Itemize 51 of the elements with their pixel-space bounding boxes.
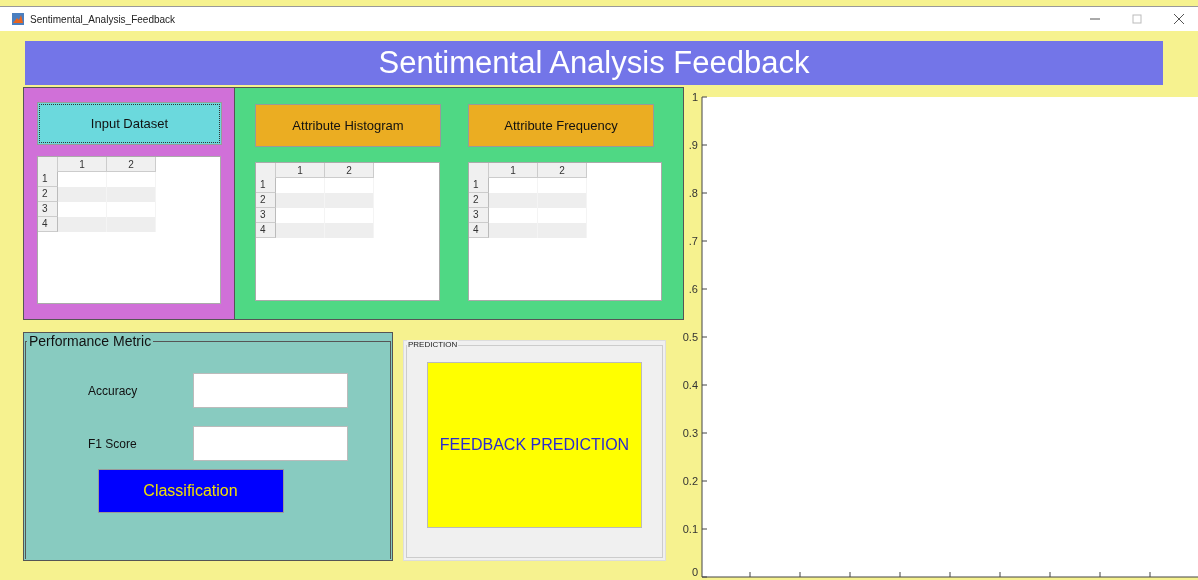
row-header: 2: [38, 187, 58, 202]
column-header: 1: [58, 157, 107, 172]
table-cell[interactable]: [58, 187, 107, 202]
maximize-icon[interactable]: [1132, 14, 1142, 24]
banner-title: Sentimental Analysis Feedback: [25, 41, 1163, 85]
window-title: Sentimental_Analysis_Feedback: [30, 13, 176, 25]
tick-label: 0: [691, 566, 698, 578]
row-header: 3: [38, 202, 58, 217]
table-cell[interactable]: [489, 223, 538, 238]
row-header: 4: [38, 217, 58, 232]
tick-label: 0.5: [682, 331, 698, 343]
input-field[interactable]: [193, 426, 348, 461]
field-label: Accuracy: [88, 383, 139, 398]
feedback-prediction-button[interactable]: FEEDBACK PREDICTION: [427, 362, 642, 528]
input-dataset-button[interactable]: Input Dataset: [37, 102, 222, 145]
tick-label: 0.4: [682, 379, 698, 391]
table-cell[interactable]: [489, 193, 538, 208]
column-header: 1: [276, 163, 325, 178]
tick-label: 1: [691, 91, 698, 103]
row-header: 1: [38, 172, 58, 187]
row-header: 2: [256, 193, 276, 208]
classification-button[interactable]: Classification: [97, 469, 284, 513]
tick-label: .6: [688, 283, 698, 295]
row-header: 4: [469, 223, 489, 238]
close-icon[interactable]: [1174, 14, 1184, 24]
column-header: 2: [538, 163, 587, 178]
tick-label: 0.3: [682, 427, 698, 439]
column-header: 2: [325, 163, 374, 178]
row-header: 1: [469, 178, 489, 193]
table-cell[interactable]: [276, 223, 325, 238]
tick-label: .9: [688, 139, 698, 151]
tick-label: 0.2: [682, 475, 698, 487]
row-header: 3: [469, 208, 489, 223]
row-header: 1: [256, 178, 276, 193]
panel-title: PREDICTION: [407, 340, 459, 349]
row-header: 3: [256, 208, 276, 223]
row-header: 4: [256, 223, 276, 238]
field-label: F1 Score: [88, 436, 138, 451]
tick-label: .7: [688, 235, 698, 247]
tick-label: .8: [688, 187, 698, 199]
app-icon: [12, 13, 24, 25]
tick-label: 0.1: [682, 523, 698, 535]
attribute-button[interactable]: Attribute Histogram: [255, 104, 441, 147]
table-cell[interactable]: [58, 217, 107, 232]
input-field[interactable]: [193, 373, 348, 408]
attribute-button[interactable]: Attribute Frequency: [468, 104, 654, 147]
panel-title: Performance Metric: [27, 333, 154, 349]
column-header: 2: [107, 157, 156, 172]
column-header: 1: [489, 163, 538, 178]
table-cell[interactable]: [276, 193, 325, 208]
row-header: 2: [469, 193, 489, 208]
